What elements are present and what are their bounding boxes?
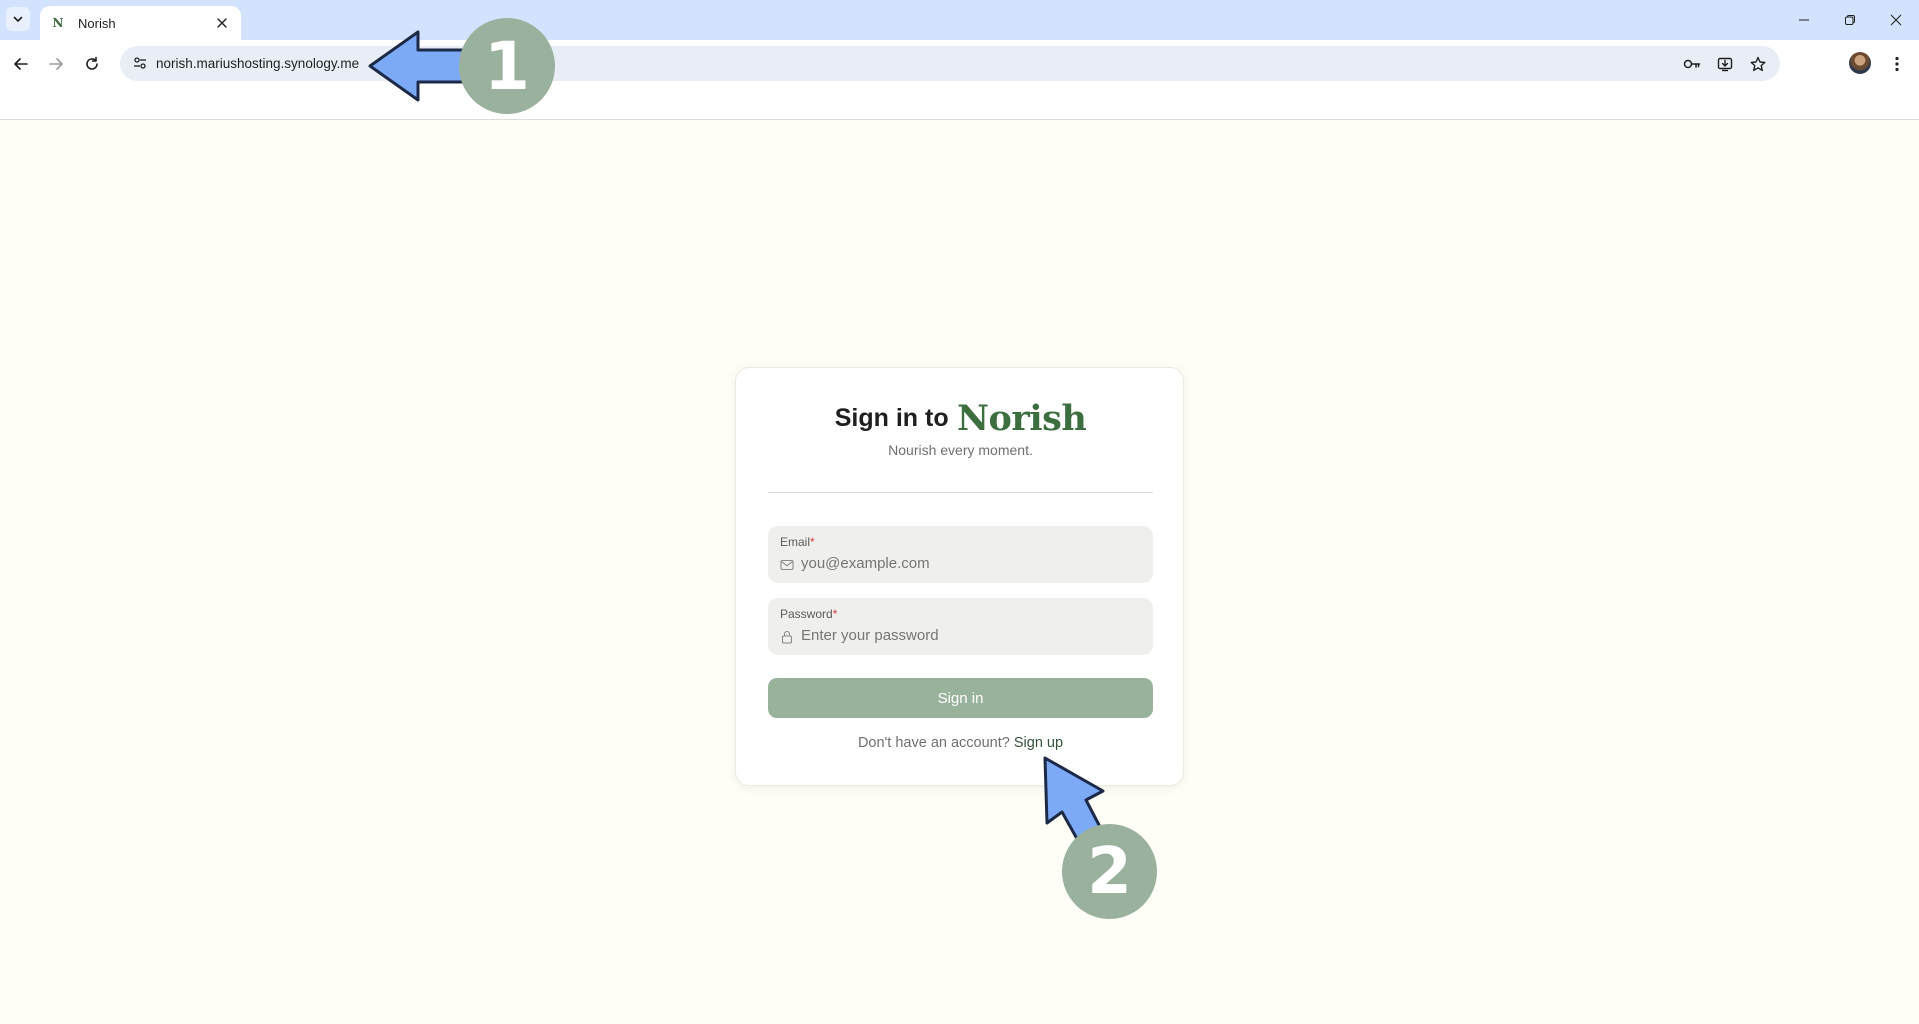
step-badge-1: 1 — [459, 18, 555, 114]
step-badge-2: 2 — [1062, 824, 1157, 919]
annotation-arrows — [368, 30, 1114, 864]
